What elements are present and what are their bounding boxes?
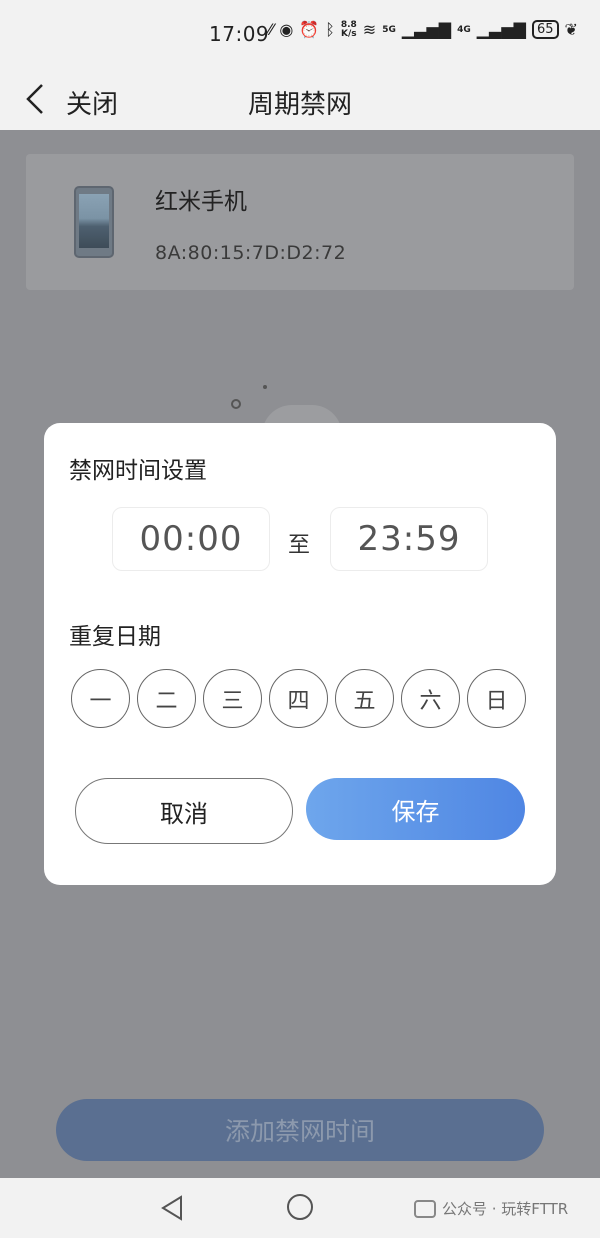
system-navigation-bar: 公众号 · 玩转FTTR — [0, 1178, 600, 1238]
watermark-text: 公众号 · 玩转FTTR — [442, 1200, 569, 1218]
day-toggle-sat[interactable]: 六 — [401, 669, 460, 728]
net-speed: 8.8 K/s — [341, 20, 357, 39]
net-speed-unit: K/s — [341, 28, 357, 39]
save-button[interactable]: 保存 — [306, 778, 525, 840]
day-toggle-fri[interactable]: 五 — [335, 669, 394, 728]
decorative-circle — [231, 399, 241, 409]
watermark: 公众号 · 玩转FTTR — [414, 1198, 568, 1219]
wifi-icon: ≋ — [362, 20, 377, 39]
device-name: 红米手机 — [155, 189, 247, 215]
signal-bars-icon: ▁▃▅▇ — [401, 20, 452, 39]
decorative-dot — [263, 385, 267, 389]
day-toggle-tue[interactable]: 二 — [137, 669, 196, 728]
dialog-title: 禁网时间设置 — [69, 458, 207, 484]
block-time-dialog: 禁网时间设置 00:00 至 23:59 重复日期 一 二 三 四 五 六 日 … — [44, 423, 556, 885]
start-time-picker[interactable]: 00:00 — [112, 507, 270, 571]
repeat-days: 一 二 三 四 五 六 日 — [71, 669, 526, 728]
alarm-icon: ⏰ — [299, 20, 320, 39]
status-time: 17:09 — [209, 22, 270, 46]
day-toggle-mon[interactable]: 一 — [71, 669, 130, 728]
add-block-time-button[interactable]: 添加禁网时间 — [56, 1099, 544, 1161]
link-icon: ⁄⁄ — [268, 20, 274, 39]
day-toggle-wed[interactable]: 三 — [203, 669, 262, 728]
system-home-icon[interactable] — [287, 1194, 313, 1220]
signal-4g-icon: 4G — [457, 24, 471, 35]
device-card: 红米手机 8A:80:15:7D:D2:72 — [26, 154, 574, 290]
day-toggle-sun[interactable]: 日 — [467, 669, 526, 728]
navigation-bar: 关闭 周期禁网 — [0, 68, 600, 130]
status-bar: 17:09 ⁄⁄ ◉ ⏰ ᛒ 8.8 K/s ≋ 5G ▁▃▅▇ 4G ▁▃▅▇… — [0, 0, 600, 68]
end-time-picker[interactable]: 23:59 — [330, 507, 488, 571]
bluetooth-icon: ᛒ — [325, 20, 335, 39]
system-back-icon[interactable] — [160, 1195, 184, 1221]
phone-icon — [74, 186, 114, 258]
leaf-icon: ❦ — [564, 20, 578, 39]
eye-icon: ◉ — [279, 20, 294, 39]
wechat-icon — [414, 1199, 436, 1218]
repeat-days-label: 重复日期 — [69, 624, 161, 650]
day-toggle-thu[interactable]: 四 — [269, 669, 328, 728]
signal-bars-icon: ▁▃▅▇ — [476, 20, 526, 39]
device-mac: 8A:80:15:7D:D2:72 — [155, 242, 347, 264]
status-icons: ⁄⁄ ◉ ⏰ ᛒ 8.8 K/s ≋ 5G ▁▃▅▇ 4G ▁▃▅▇ 65 ❦ — [268, 20, 578, 39]
cancel-button[interactable]: 取消 — [75, 778, 293, 844]
page-title: 周期禁网 — [247, 90, 352, 120]
battery-icon: 65 — [531, 20, 559, 39]
signal-5g-icon: 5G — [382, 24, 396, 35]
to-label: 至 — [288, 533, 311, 558]
